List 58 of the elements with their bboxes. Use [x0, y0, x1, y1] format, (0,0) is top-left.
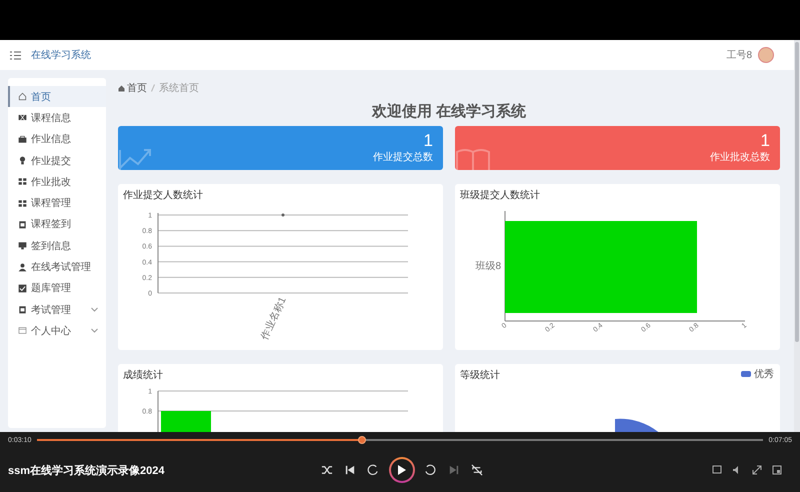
menu-icon[interactable]	[10, 50, 21, 60]
sidebar-item[interactable]: 首页	[8, 86, 106, 108]
app-title: 在线学习系统	[31, 48, 91, 62]
home-icon	[18, 92, 27, 102]
chart-title: 作业提交人数统计	[123, 188, 203, 200]
chart-title: 班级提交人数统计	[460, 188, 540, 200]
expand-icon[interactable]	[752, 465, 762, 475]
window-icon[interactable]	[712, 465, 722, 475]
checkbox-icon	[18, 284, 27, 293]
welcome-heading: 欢迎使用 在线学习系统	[370, 102, 528, 122]
play-icon	[396, 464, 408, 476]
sidebar-item[interactable]: 作业批改	[8, 171, 106, 192]
chart-title: 等级统计	[460, 368, 500, 380]
avatar[interactable]	[758, 47, 774, 63]
stat-label: 作业批改总数	[710, 150, 770, 164]
chart-title: 成绩统计	[123, 368, 163, 380]
sidebar-item[interactable]: 个人中心	[8, 320, 106, 342]
sidebar-item[interactable]: 课程管理	[8, 192, 106, 214]
stat-label: 作业提交总数	[373, 150, 433, 164]
separator-icon	[151, 84, 155, 92]
monitor-icon	[18, 241, 27, 250]
video-title: ssm在线学习系统演示录像2024	[8, 464, 166, 478]
shuffle-button[interactable]	[320, 463, 334, 477]
sidebar-item[interactable]: 课程信息	[8, 107, 106, 129]
category-label: 班级8	[475, 261, 501, 272]
stat-value: 1	[424, 132, 433, 150]
pip-icon[interactable]	[772, 465, 782, 475]
rewind-button[interactable]	[366, 463, 380, 477]
play-button[interactable]	[389, 457, 415, 483]
pie-drawing	[615, 418, 660, 432]
bulb-icon	[18, 156, 27, 166]
sidebar-item[interactable]: 签到信息	[8, 235, 106, 256]
home-icon	[118, 84, 125, 92]
grid-icon	[18, 177, 27, 186]
scrollbar[interactable]	[794, 40, 800, 432]
legend-label: 优秀	[754, 368, 774, 381]
forward-button[interactable]	[424, 463, 438, 477]
chevron-icon	[91, 328, 98, 334]
sidebar-item[interactable]: 作业信息	[8, 128, 106, 150]
window-icon	[18, 326, 27, 336]
progress-handle[interactable]	[358, 436, 366, 444]
briefcase-icon	[18, 134, 27, 144]
sidebar-item[interactable]: 作业提交	[8, 150, 106, 172]
sidebar-item[interactable]: 题库管理	[8, 278, 106, 299]
previous-button[interactable]	[343, 463, 357, 477]
sidebar-item[interactable]: 考试管理	[8, 298, 106, 320]
user-name[interactable]: 工号8	[726, 48, 752, 62]
user-icon	[18, 262, 27, 272]
stat-value: 1	[760, 132, 770, 150]
grid-icon	[18, 198, 27, 208]
repeat-button[interactable]	[470, 463, 484, 477]
sidebar-item[interactable]: 在线考试管理	[8, 256, 106, 278]
sidebar-item[interactable]: 课程签到	[8, 214, 106, 236]
category-label: 作业名称1	[260, 296, 289, 342]
breadcrumb-current: 系统首页	[159, 82, 199, 95]
chevron-icon	[91, 307, 98, 312]
breadcrumb-link[interactable]: 首页	[118, 81, 147, 95]
data-point	[282, 214, 284, 216]
